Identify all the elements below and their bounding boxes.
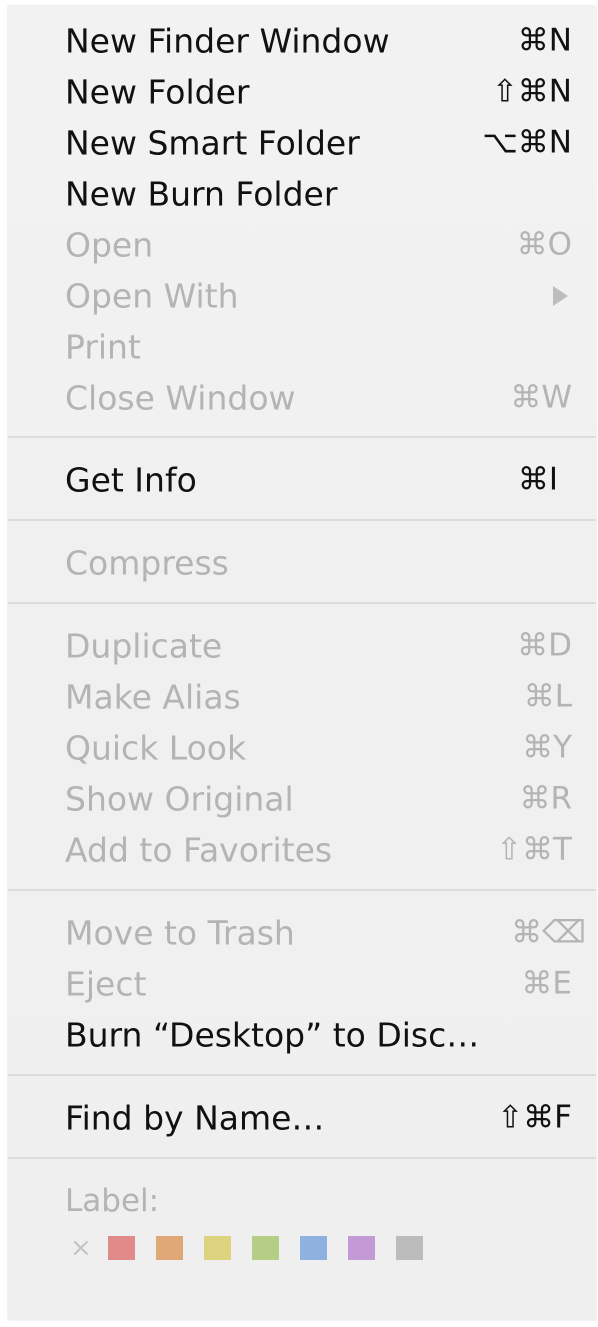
no-label-icon[interactable]: × xyxy=(70,1235,108,1261)
menu-item-label: Close Window xyxy=(65,378,296,418)
file-menu: New Finder Window ⌘N New Folder ⇧⌘N New … xyxy=(8,6,596,1320)
menu-item-shortcut: ⌘D xyxy=(517,627,572,664)
menu-item-close-window[interactable]: Close Window ⌘W xyxy=(8,373,596,423)
menu-item-show-original[interactable]: Show Original ⌘R xyxy=(8,774,596,824)
menu-item-eject[interactable]: Eject ⌘E xyxy=(8,959,596,1009)
menu-separator xyxy=(8,1074,596,1076)
menu-item-print[interactable]: Print xyxy=(8,322,596,372)
menu-item-label: Quick Look xyxy=(65,728,247,768)
menu-item-compress[interactable]: Compress xyxy=(8,538,596,588)
menu-item-add-to-favorites[interactable]: Add to Favorites ⇧⌘T xyxy=(8,825,596,875)
menu-item-shortcut: ⌘N xyxy=(517,22,572,59)
menu-separator xyxy=(8,889,596,891)
menu-item-label: Burn “Desktop” to Disc… xyxy=(65,1015,480,1055)
menu-item-label: Show Original xyxy=(65,779,294,819)
menu-item-duplicate[interactable]: Duplicate ⌘D xyxy=(8,621,596,671)
label-swatch-orange[interactable] xyxy=(156,1236,183,1260)
menu-separator xyxy=(8,436,596,438)
menu-item-open[interactable]: Open ⌘O xyxy=(8,220,596,270)
menu-item-shortcut: ⌥⌘N xyxy=(482,124,572,161)
menu-separator xyxy=(8,1157,596,1159)
menu-item-find-by-name[interactable]: Find by Name… ⇧⌘F xyxy=(8,1093,596,1143)
menu-item-label: New Smart Folder xyxy=(65,123,360,163)
menu-item-label: New Burn Folder xyxy=(65,174,338,214)
menu-item-label: Print xyxy=(65,327,141,367)
menu-item-label: Open xyxy=(65,225,154,265)
label-swatch-red[interactable] xyxy=(108,1236,135,1260)
menu-item-new-finder-window[interactable]: New Finder Window ⌘N xyxy=(8,16,596,66)
menu-separator xyxy=(8,602,596,604)
menu-item-new-burn-folder[interactable]: New Burn Folder xyxy=(8,169,596,219)
menu-item-open-with[interactable]: Open With xyxy=(8,271,596,321)
menu-item-burn-desktop-to-disc[interactable]: Burn “Desktop” to Disc… xyxy=(8,1010,596,1060)
label-swatch-gray[interactable] xyxy=(396,1236,423,1260)
label-color-swatches: × xyxy=(70,1233,444,1263)
menu-item-label: New Folder xyxy=(65,72,250,112)
menu-item-quick-look[interactable]: Quick Look ⌘Y xyxy=(8,723,596,773)
menu-item-label: Make Alias xyxy=(65,677,241,717)
menu-item-shortcut: ⇧⌘T xyxy=(496,831,572,868)
menu-item-shortcut: ⌘R xyxy=(519,780,572,817)
label-swatch-green[interactable] xyxy=(252,1236,279,1260)
menu-item-label: Find by Name… xyxy=(65,1098,325,1138)
menu-separator xyxy=(8,519,596,521)
submenu-arrow-icon xyxy=(553,286,568,306)
menu-item-label: Open With xyxy=(65,276,239,316)
menu-item-label: New Finder Window xyxy=(65,21,390,61)
label-swatch-blue[interactable] xyxy=(300,1236,327,1260)
menu-item-shortcut: ⇧⌘F xyxy=(497,1099,572,1136)
menu-item-label: Compress xyxy=(65,543,229,583)
menu-item-shortcut: ⌘E xyxy=(521,965,572,1002)
label-swatch-yellow[interactable] xyxy=(204,1236,231,1260)
menu-item-shortcut: ⌘L xyxy=(523,678,572,715)
menu-item-label: Duplicate xyxy=(65,626,223,666)
menu-item-shortcut: ⌘⌫ xyxy=(511,914,586,951)
menu-item-shortcut: ⌘W xyxy=(510,379,572,416)
menu-item-make-alias[interactable]: Make Alias ⌘L xyxy=(8,672,596,722)
menu-item-label: Eject xyxy=(65,964,147,1004)
menu-item-move-to-trash[interactable]: Move to Trash ⌘⌫ xyxy=(8,908,596,958)
menu-item-get-info[interactable]: Get Info ⌘I xyxy=(8,455,596,505)
menu-item-shortcut: ⌘O xyxy=(516,226,572,263)
menu-item-shortcut: ⌘I xyxy=(517,461,558,498)
label-section-title: Label: xyxy=(65,1183,160,1219)
menu-item-new-folder[interactable]: New Folder ⇧⌘N xyxy=(8,67,596,117)
menu-item-label: Get Info xyxy=(65,460,197,500)
menu-item-shortcut: ⇧⌘N xyxy=(491,73,572,110)
menu-item-shortcut: ⌘Y xyxy=(522,729,572,766)
menu-item-label: Add to Favorites xyxy=(65,830,333,870)
label-swatch-purple[interactable] xyxy=(348,1236,375,1260)
menu-item-label: Move to Trash xyxy=(65,913,295,953)
menu-item-new-smart-folder[interactable]: New Smart Folder ⌥⌘N xyxy=(8,118,596,168)
